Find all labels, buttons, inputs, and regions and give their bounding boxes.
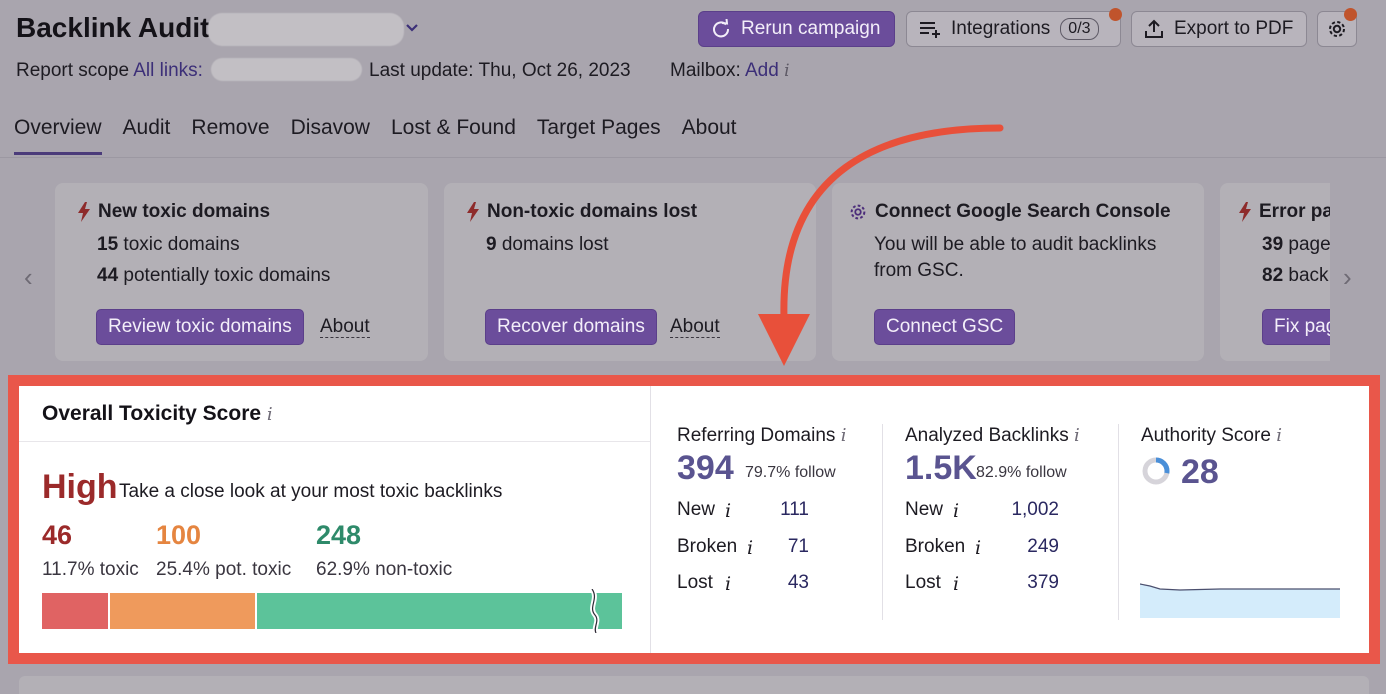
authority-score-value[interactable]: 28: [1181, 453, 1219, 492]
divider: [19, 441, 650, 442]
info-icon[interactable]: i: [841, 425, 847, 446]
authority-score-label-text: Authority Score: [1141, 425, 1271, 446]
referring-domains-lost-value[interactable]: 43: [759, 572, 809, 594]
referring-domains-label: Referring Domains i: [677, 425, 846, 447]
toxicity-title-text: Overall Toxicity Score: [42, 402, 262, 425]
metric-row-label: Broken: [677, 536, 738, 557]
metric-row-label: Broken: [905, 536, 966, 557]
pot-toxic-count[interactable]: 100: [156, 520, 201, 551]
pot-toxic-percent-label: 25.4% pot. toxic: [156, 559, 292, 580]
non-toxic-percent-label: 62.9% non-toxic: [316, 559, 453, 580]
metric-row-label: Lost: [677, 572, 713, 593]
metric-row-label: New: [905, 499, 944, 520]
referring-domains-label-text: Referring Domains: [677, 425, 836, 446]
analyzed-backlinks-new-value[interactable]: 1,002: [989, 499, 1059, 521]
divider: [650, 386, 651, 653]
divider: [882, 424, 883, 620]
info-icon[interactable]: i: [725, 500, 731, 522]
non-toxic-count[interactable]: 248: [316, 520, 361, 551]
metric-row-label: New: [677, 499, 716, 520]
info-icon[interactable]: i: [1074, 425, 1080, 446]
analyzed-backlinks-label-text: Analyzed Backlinks: [905, 425, 1069, 446]
authority-score-label: Authority Score i: [1141, 425, 1282, 447]
toxic-percent-label: 11.7% toxic: [42, 559, 139, 580]
divider: [1118, 424, 1119, 620]
referring-domains-value[interactable]: 394: [677, 449, 734, 488]
metric-row-label: Lost: [905, 572, 941, 593]
authority-ring-icon: [1142, 457, 1170, 485]
info-icon[interactable]: i: [725, 573, 731, 595]
analyzed-backlinks-follow: 82.9% follow: [976, 464, 1067, 481]
analyzed-backlinks-value[interactable]: 1.5K: [905, 449, 977, 488]
toxicity-level-description: Take a close look at your most toxic bac…: [119, 481, 503, 502]
next-section-card: [19, 676, 1369, 694]
non-toxic-bar-segment: [257, 593, 622, 629]
info-icon[interactable]: i: [747, 537, 753, 559]
pot-toxic-bar-segment: [110, 593, 255, 629]
info-icon[interactable]: i: [953, 500, 959, 522]
info-icon[interactable]: i: [267, 404, 273, 425]
info-icon[interactable]: i: [1276, 425, 1282, 446]
toxic-count[interactable]: 46: [42, 520, 72, 551]
analyzed-backlinks-lost-value[interactable]: 379: [989, 572, 1059, 594]
referring-domains-broken-value[interactable]: 71: [759, 536, 809, 558]
authority-trend-sparkline: [1140, 583, 1340, 618]
stats-panel: Overall Toxicity Score i High Take a clo…: [19, 386, 1369, 653]
referring-domains-follow: 79.7% follow: [745, 464, 836, 481]
bar-break-mark: [589, 589, 600, 633]
toxicity-title: Overall Toxicity Score i: [42, 402, 273, 426]
analyzed-backlinks-broken-value[interactable]: 249: [989, 536, 1059, 558]
info-icon[interactable]: i: [975, 537, 981, 559]
toxic-bar-segment: [42, 593, 108, 629]
analyzed-backlinks-label: Analyzed Backlinks i: [905, 425, 1080, 447]
info-icon[interactable]: i: [953, 573, 959, 595]
toxicity-level: High: [42, 468, 118, 506]
referring-domains-new-value[interactable]: 111: [759, 499, 809, 521]
